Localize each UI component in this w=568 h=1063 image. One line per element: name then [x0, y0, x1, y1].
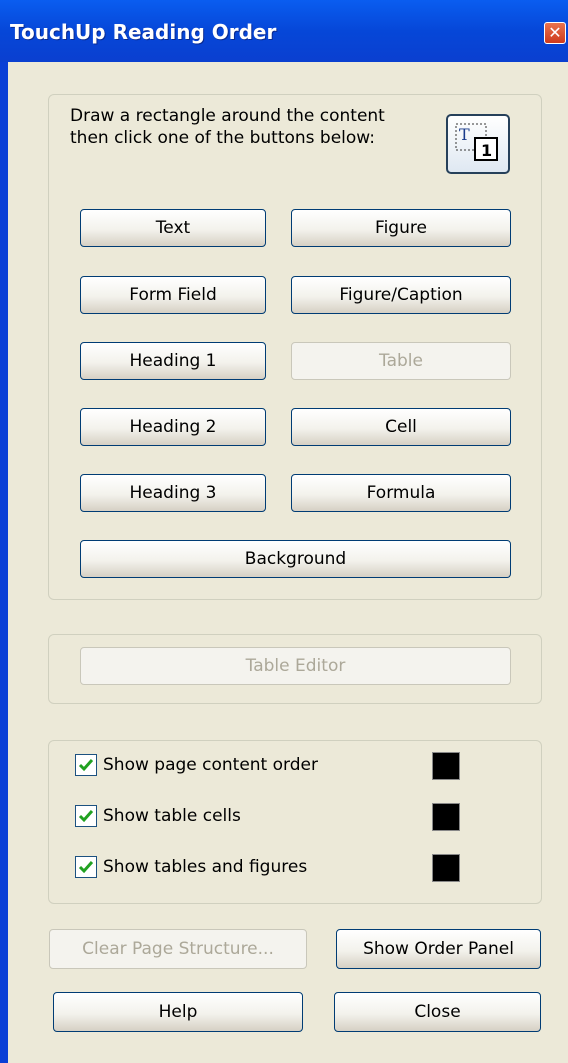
icon-number: 1: [481, 141, 492, 160]
figure-caption-button[interactable]: Figure/Caption: [291, 276, 511, 314]
check-icon: [78, 759, 94, 772]
window-title: TouchUp Reading Order: [10, 20, 277, 44]
touchup-reading-order-icon[interactable]: T 1: [446, 114, 510, 174]
figure-button[interactable]: Figure: [291, 209, 511, 247]
show-tables-and-figures-checkbox[interactable]: [75, 856, 97, 878]
close-icon[interactable]: ✕: [544, 22, 566, 44]
tables-figures-color-swatch[interactable]: [432, 854, 460, 882]
show-tables-and-figures-label: Show tables and figures: [103, 857, 308, 877]
show-table-cells-option[interactable]: Show table cells: [75, 803, 241, 829]
instructions-text: Draw a rectangle around the content then…: [70, 106, 385, 148]
table-button[interactable]: Table: [291, 342, 511, 380]
heading1-button[interactable]: Heading 1: [80, 342, 266, 380]
heading2-button[interactable]: Heading 2: [80, 408, 266, 446]
heading3-button[interactable]: Heading 3: [80, 474, 266, 512]
show-page-content-order-checkbox[interactable]: [75, 754, 97, 776]
show-order-panel-button[interactable]: Show Order Panel: [336, 929, 541, 969]
table-cells-color-swatch[interactable]: [432, 803, 460, 831]
help-button[interactable]: Help: [53, 992, 303, 1032]
show-table-cells-label: Show table cells: [103, 806, 241, 826]
text-button[interactable]: Text: [80, 209, 266, 247]
show-page-content-order-option[interactable]: Show page content order: [75, 752, 318, 778]
clear-page-structure-button[interactable]: Clear Page Structure...: [49, 929, 307, 969]
check-icon: [78, 861, 94, 874]
touchup-reading-order-dialog: TouchUp Reading Order ✕ Draw a rectangle…: [0, 0, 568, 1063]
show-table-cells-checkbox[interactable]: [75, 805, 97, 827]
check-icon: [78, 810, 94, 823]
show-page-content-order-label: Show page content order: [103, 755, 318, 775]
background-button[interactable]: Background: [80, 540, 511, 578]
content-order-color-swatch[interactable]: [432, 752, 460, 780]
cell-button[interactable]: Cell: [291, 408, 511, 446]
icon-letter: T: [459, 125, 470, 144]
close-button[interactable]: Close: [334, 992, 541, 1032]
title-bar[interactable]: TouchUp Reading Order ✕: [0, 0, 568, 62]
table-editor-button[interactable]: Table Editor: [80, 647, 511, 685]
formula-button[interactable]: Formula: [291, 474, 511, 512]
show-tables-and-figures-option[interactable]: Show tables and figures: [75, 854, 307, 880]
form-field-button[interactable]: Form Field: [80, 276, 266, 314]
